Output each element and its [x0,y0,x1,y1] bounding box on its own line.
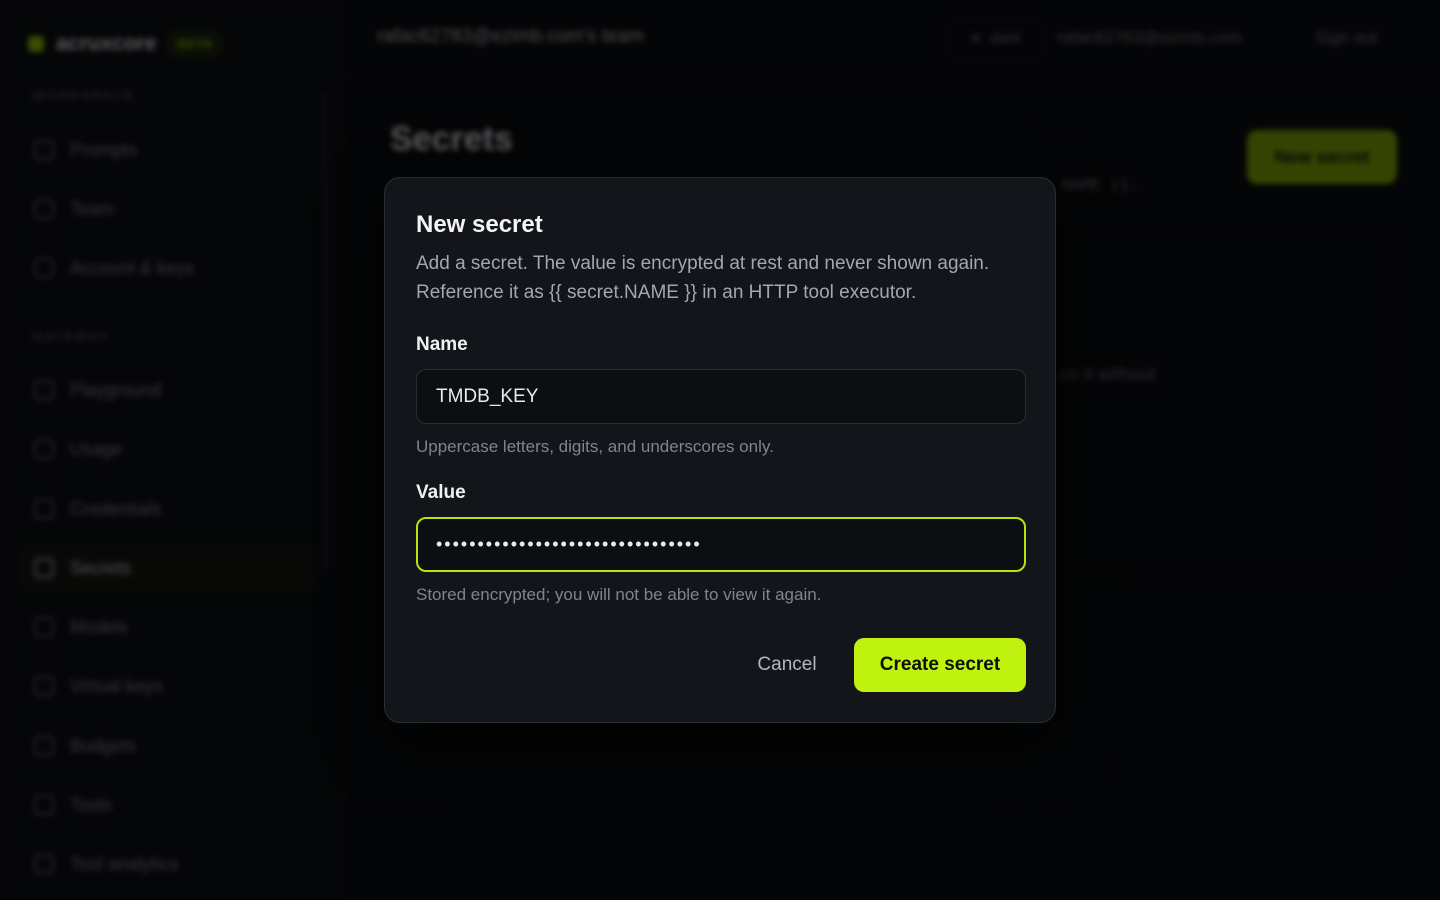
name-label: Name [416,334,468,355]
name-help: Uppercase letters, digits, and underscor… [416,437,774,456]
value-help: Stored encrypted; you will not be able t… [416,585,822,604]
value-input[interactable] [416,517,1026,572]
new-secret-dialog: New secret Add a secret. The value is en… [384,177,1056,723]
name-input[interactable] [416,369,1026,424]
create-secret-button[interactable]: Create secret [854,638,1026,692]
dialog-description: Add a secret. The value is encrypted at … [416,253,990,303]
cancel-button[interactable]: Cancel [737,638,837,692]
dialog-title: New secret [416,211,543,238]
value-label: Value [416,482,466,503]
